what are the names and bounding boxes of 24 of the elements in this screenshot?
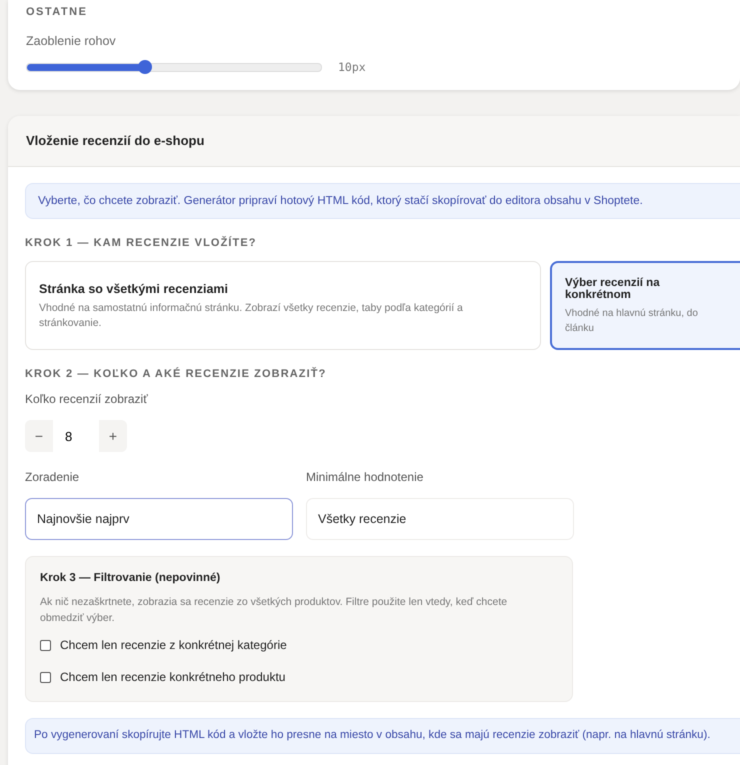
option-card[interactable]: Stránka so všetkými recenziami Vhodné na samostatnú informačnú stránku. Zobrazí všetky recenzie, taby podľa kategórií a stránkovanie. <box>25 261 541 350</box>
field-label: Minimálne hodnotenie <box>306 470 424 484</box>
panel-hint: Ak nič nezaškrtnete, zobrazia sa recenzie zo všetkých produktov. Filtre použite len vtedy, keď chcete obmedziť výber. <box>40 595 508 626</box>
option-card[interactable]: Výber recenzií na konkrétnom Vhodné na hlavnú stránku, do článku <box>550 261 740 350</box>
field-label: Zoradenie <box>25 470 80 484</box>
step-heading: KROK 1 — KAM RECENZIE VLOŽÍTE? <box>25 237 258 249</box>
info-banner: Vyberte, čo chcete zobraziť. Generátor pripraví hotový HTML kód, ktorý stačí skopírovať do editora obsahu v Shoptete. <box>25 183 740 219</box>
card-title: Vloženie recenzií do e-shopu <box>26 133 204 148</box>
step-heading: KROK 2 — KOĽKO A AKÉ RECENZIE ZOBRAZIŤ? <box>25 368 328 380</box>
select-field[interactable]: Všetky recenzie <box>306 498 574 540</box>
slider-thumb[interactable] <box>138 60 152 74</box>
slider-label: Zaoblenie rohov <box>26 34 116 48</box>
info-banner: Po vygenerovaní skopírujte HTML kód a vložte ho presne na miesto v obsahu, kde sa majú recenzie zobraziť (napr. na hlavnú stránku). <box>25 718 740 754</box>
checkbox[interactable] <box>40 640 51 650</box>
checkbox[interactable] <box>40 672 51 682</box>
section-label: OSTATNE <box>26 6 88 18</box>
panel-title: Krok 3 — Filtrovanie (nepovinné) <box>40 572 222 584</box>
field-label: Koľko recenzií zobraziť <box>25 392 149 406</box>
slider-track[interactable] <box>26 62 322 72</box>
slider-value: 10px <box>338 60 366 74</box>
count-input[interactable]: 8 <box>53 420 99 452</box>
checkbox-label[interactable]: Chcem len recenzie z konkrétnej kategórie <box>60 638 287 652</box>
select-field[interactable]: Najnovšie najprv <box>25 498 293 540</box>
checkbox-label[interactable]: Chcem len recenzie konkrétneho produktu <box>60 670 286 684</box>
